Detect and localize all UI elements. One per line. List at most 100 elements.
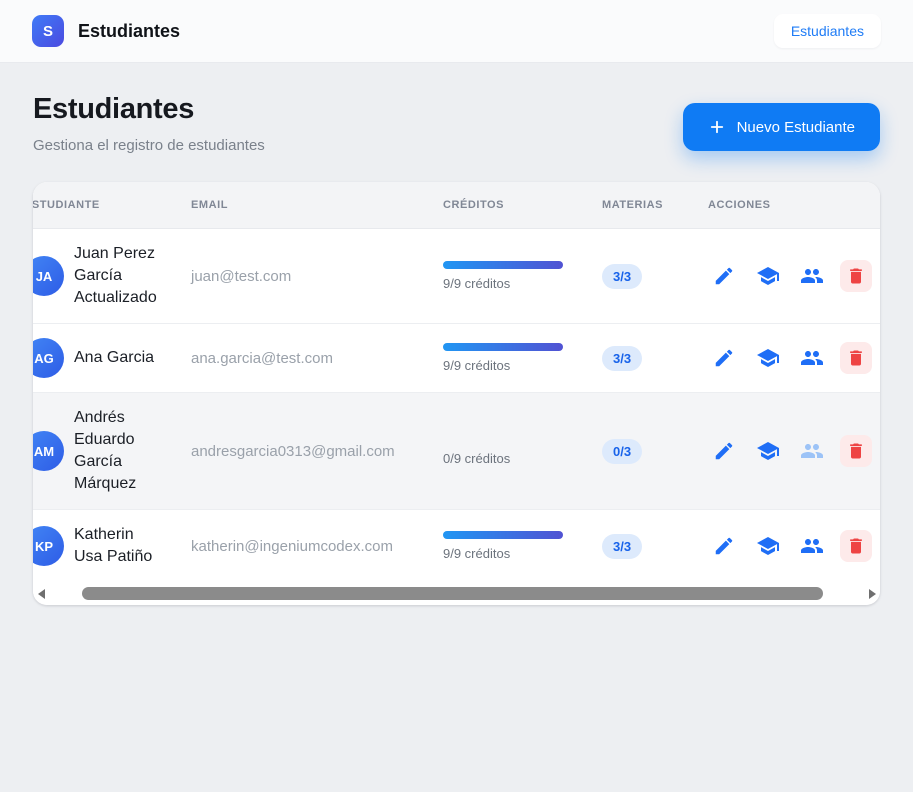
- page-subtitle: Gestiona el registro de estudiantes: [33, 137, 265, 154]
- group-icon: [800, 346, 824, 370]
- student-email: katherin@ingeniumcodex.com: [191, 538, 409, 555]
- student-name: Andrés Eduardo García Márquez: [74, 407, 157, 495]
- school-icon: [756, 264, 780, 288]
- edit-button[interactable]: [708, 530, 740, 562]
- edit-icon: [713, 265, 735, 287]
- students-table-card: Estudiante Email Créditos Materias Accio…: [33, 182, 880, 605]
- materias-badge: 3/3: [602, 346, 642, 371]
- student-email: ana.garcia@test.com: [191, 350, 409, 367]
- row-actions: [708, 435, 880, 467]
- trash-icon: [846, 441, 866, 461]
- page-header-text: Estudiantes Gestiona el registro de estu…: [33, 93, 265, 154]
- school-icon: [756, 346, 780, 370]
- credits-progress-bar: [443, 261, 563, 269]
- column-header-creditos: Créditos: [419, 182, 578, 229]
- delete-button[interactable]: [840, 342, 872, 374]
- row-actions: [708, 530, 880, 562]
- credits-progress-bar: [443, 436, 563, 444]
- credits-label: 9/9 créditos: [443, 276, 568, 291]
- table-scroll-viewport: Estudiante Email Créditos Materias Accio…: [33, 182, 880, 582]
- edit-button[interactable]: [708, 435, 740, 467]
- scroll-left-button[interactable]: [33, 582, 49, 605]
- materias-badge: 3/3: [602, 534, 642, 559]
- horizontal-scrollbar: [33, 582, 880, 605]
- page-title: Estudiantes: [33, 93, 265, 126]
- subjects-button[interactable]: [752, 530, 784, 562]
- nav-link-estudiantes[interactable]: Estudiantes: [774, 14, 881, 48]
- scroll-right-button[interactable]: [864, 582, 880, 605]
- app-title: Estudiantes: [78, 21, 180, 42]
- student-cell: AG Ana Garcia: [33, 338, 157, 378]
- delete-button[interactable]: [840, 530, 872, 562]
- edit-icon: [713, 440, 735, 462]
- credits-label: 0/9 créditos: [443, 451, 568, 466]
- edit-icon: [713, 535, 735, 557]
- new-student-button[interactable]: Nuevo Estudiante: [683, 103, 880, 151]
- new-student-button-label: Nuevo Estudiante: [737, 119, 855, 136]
- student-cell: KP Katherin Usa Patiño: [33, 524, 157, 568]
- scroll-left-icon: [38, 589, 45, 599]
- horizontal-scrollbar-thumb[interactable]: [82, 587, 824, 600]
- student-name: Ana Garcia: [74, 347, 154, 369]
- top-navbar: S Estudiantes Estudiantes: [0, 0, 913, 63]
- student-cell: AM Andrés Eduardo García Márquez: [33, 407, 157, 495]
- group-button[interactable]: [796, 260, 828, 292]
- credits-progress-fill: [443, 531, 563, 539]
- group-button[interactable]: [796, 342, 828, 374]
- credits-progress-bar: [443, 343, 563, 351]
- scroll-right-icon: [869, 589, 876, 599]
- avatar: AM: [33, 431, 64, 471]
- materias-badge: 3/3: [602, 264, 642, 289]
- subjects-button[interactable]: [752, 260, 784, 292]
- app-logo: S: [32, 15, 64, 47]
- student-email: andresgarcia0313@gmail.com: [191, 443, 409, 460]
- table-row: JA Juan Perez García Actualizado juan@te…: [33, 229, 880, 324]
- student-email: juan@test.com: [191, 268, 409, 285]
- school-icon: [756, 439, 780, 463]
- student-cell: JA Juan Perez García Actualizado: [33, 243, 157, 309]
- credits-progress-bar: [443, 531, 563, 539]
- credits-label: 9/9 créditos: [443, 358, 568, 373]
- trash-icon: [846, 348, 866, 368]
- brand: S Estudiantes: [32, 15, 180, 47]
- student-name: Katherin Usa Patiño: [74, 524, 157, 568]
- subjects-button[interactable]: [752, 435, 784, 467]
- table-row: AG Ana Garcia ana.garcia@test.com 9/9 cr…: [33, 324, 880, 393]
- row-actions: [708, 342, 880, 374]
- school-icon: [756, 534, 780, 558]
- table-row: KP Katherin Usa Patiño katherin@ingenium…: [33, 510, 880, 583]
- avatar: AG: [33, 338, 64, 378]
- delete-button[interactable]: [840, 260, 872, 292]
- edit-button[interactable]: [708, 260, 740, 292]
- column-header-estudiante: Estudiante: [33, 182, 167, 229]
- avatar: KP: [33, 526, 64, 566]
- table-header-row: Estudiante Email Créditos Materias Accio…: [33, 182, 880, 229]
- group-icon: [800, 534, 824, 558]
- materias-badge: 0/3: [602, 439, 642, 464]
- column-header-materias: Materias: [578, 182, 684, 229]
- column-header-email: Email: [167, 182, 419, 229]
- plus-icon: [708, 118, 726, 136]
- table-row: AM Andrés Eduardo García Márquez andresg…: [33, 393, 880, 510]
- trash-icon: [846, 536, 866, 556]
- credits-label: 9/9 créditos: [443, 546, 568, 561]
- students-table: Estudiante Email Créditos Materias Accio…: [33, 182, 880, 582]
- student-name: Juan Perez García Actualizado: [74, 243, 157, 309]
- group-icon: [800, 439, 824, 463]
- avatar: JA: [33, 256, 64, 296]
- edit-button[interactable]: [708, 342, 740, 374]
- main-content: Estudiantes Gestiona el registro de estu…: [0, 63, 913, 605]
- edit-icon: [713, 347, 735, 369]
- row-actions: [708, 260, 880, 292]
- trash-icon: [846, 266, 866, 286]
- column-header-acciones: Acciones: [684, 182, 880, 229]
- page-header: Estudiantes Gestiona el registro de estu…: [33, 93, 880, 154]
- horizontal-scrollbar-track[interactable]: [49, 582, 864, 605]
- subjects-button[interactable]: [752, 342, 784, 374]
- group-icon: [800, 264, 824, 288]
- credits-progress-fill: [443, 343, 563, 351]
- group-button[interactable]: [796, 530, 828, 562]
- group-button[interactable]: [796, 435, 828, 467]
- delete-button[interactable]: [840, 435, 872, 467]
- credits-progress-fill: [443, 261, 563, 269]
